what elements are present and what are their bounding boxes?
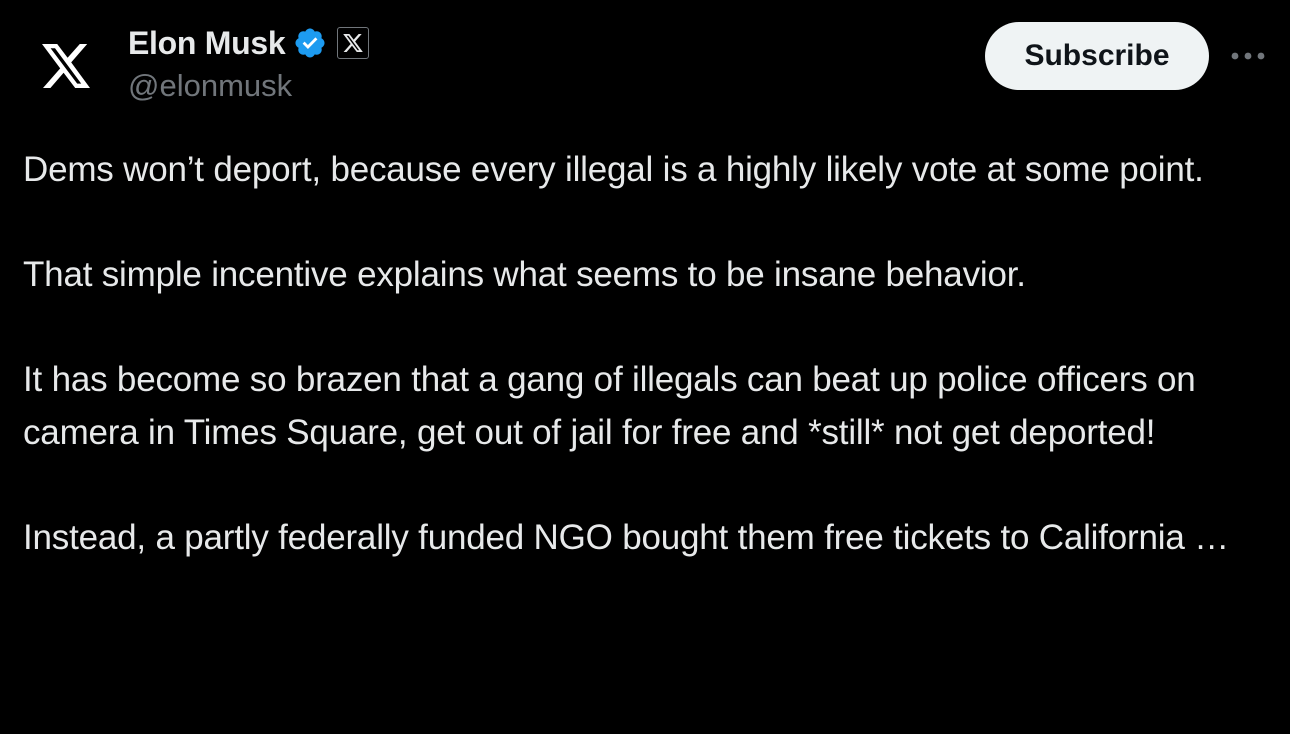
avatar[interactable] [24,24,108,108]
x-affiliate-badge-icon[interactable] [337,27,370,59]
tweet-paragraph: Instead, a partly federally funded NGO b… [23,517,1229,557]
more-options-button[interactable] [1228,42,1268,70]
tweet-header: Elon Musk @elonmusk Subscribe [0,0,1290,120]
author-display-name[interactable]: Elon Musk [128,25,286,62]
author-name-row: Elon Musk [128,22,370,64]
tweet-paragraph: That simple incentive explains what seem… [23,255,1026,294]
more-options-icon [1231,52,1265,60]
author-handle[interactable]: @elonmusk [128,68,292,104]
x-logo-icon [42,44,90,88]
tweet-paragraph: Dems won’t deport, because every illegal… [23,150,1204,189]
verified-badge-icon[interactable] [293,26,327,60]
tweet-paragraph: It has become so brazen that a gang of i… [23,360,1196,452]
tweet-text: Dems won’t deport, because every illegal… [23,144,1263,617]
subscribe-button[interactable]: Subscribe [985,22,1209,90]
